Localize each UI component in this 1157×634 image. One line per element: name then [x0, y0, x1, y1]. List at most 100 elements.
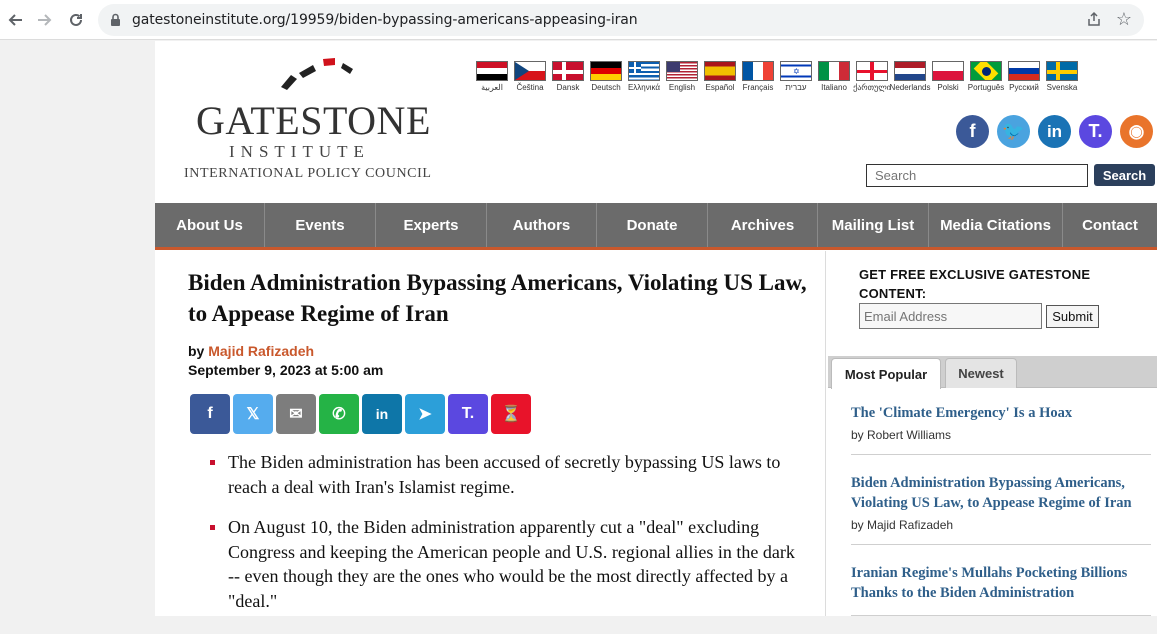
language-link[interactable]: Español	[703, 61, 737, 92]
language-link[interactable]: Nederlands	[890, 61, 930, 92]
netherlands-flag-icon	[894, 61, 926, 81]
italy-flag-icon	[818, 61, 850, 81]
language-label: עברית	[785, 83, 807, 92]
france-flag-icon	[742, 61, 774, 81]
twitter-icon[interactable]: 🐦	[997, 115, 1030, 148]
usa-flag-icon	[666, 61, 698, 81]
truth-social-icon[interactable]: T.	[1079, 115, 1112, 148]
nav-authors[interactable]: Authors	[487, 203, 597, 247]
language-link[interactable]: ✡ עברית	[779, 61, 813, 92]
page-background: GATESTONE INSTITUTE INTERNATIONAL POLICY…	[0, 41, 1157, 616]
list-item: Iranian Regime's Mullahs Pocketing Billi…	[851, 563, 1151, 616]
summary-bullet: The Biden administration has been accuse…	[210, 450, 800, 499]
language-label: Português	[967, 83, 1005, 92]
brazil-flag-icon	[970, 61, 1002, 81]
submit-button[interactable]: Submit	[1046, 305, 1099, 328]
language-label: Ελληνικά	[627, 83, 661, 92]
share-truth-social-button[interactable]: T.	[448, 394, 488, 434]
language-link[interactable]: Français	[741, 61, 775, 92]
tab-most-popular[interactable]: Most Popular	[831, 358, 941, 389]
article-headline: Biden Administration Bypassing Americans…	[188, 270, 807, 326]
list-item: The 'Climate Emergency' Is a Hoax by Robe…	[851, 403, 1151, 455]
nav-events[interactable]: Events	[265, 203, 376, 247]
byline: by Majid Rafizadeh	[188, 343, 808, 359]
nav-archives[interactable]: Archives	[708, 203, 818, 247]
gatestone-logo[interactable]: GATESTONE INSTITUTE INTERNATIONAL POLICY…	[183, 55, 453, 181]
share-icon[interactable]	[1086, 11, 1102, 32]
search-button[interactable]: Search	[1094, 164, 1155, 186]
article-date: September 9, 2023 at 5:00 am	[188, 362, 384, 378]
bookmark-star-icon[interactable]: ☆	[1116, 9, 1132, 30]
logo-tagline: INTERNATIONAL POLICY COUNCIL	[184, 166, 432, 181]
language-link[interactable]: ქართული	[853, 61, 891, 92]
reload-icon[interactable]	[64, 8, 88, 32]
language-link[interactable]: Čeština	[513, 61, 547, 92]
language-label: ქართული	[853, 83, 891, 92]
share-bar: f 𝕏 ✉ ✆ in ➤ T. ⏳	[190, 394, 808, 434]
facebook-icon[interactable]: f	[956, 115, 989, 148]
greece-flag-icon	[628, 61, 660, 81]
rss-icon[interactable]: ◉	[1120, 115, 1153, 148]
back-icon[interactable]	[4, 8, 28, 32]
share-telegram-button[interactable]: ➤	[405, 394, 445, 434]
share-gettr-button[interactable]: ⏳	[491, 394, 531, 434]
language-label: Čeština	[516, 83, 544, 92]
language-link[interactable]: Português	[967, 61, 1005, 92]
linkedin-icon[interactable]: in	[1038, 115, 1071, 148]
language-link[interactable]: العربية	[475, 61, 509, 92]
poland-flag-icon	[932, 61, 964, 81]
language-link[interactable]: English	[665, 61, 699, 92]
language-label: Deutsch	[591, 83, 621, 92]
language-link[interactable]: Italiano	[817, 61, 851, 92]
article: Biden Administration Bypassing Americans…	[188, 267, 808, 629]
nav-donate[interactable]: Donate	[597, 203, 708, 247]
nav-contact[interactable]: Contact	[1063, 203, 1157, 247]
popular-article-link[interactable]: The 'Climate Emergency' Is a Hoax	[851, 403, 1151, 423]
language-link[interactable]: Ελληνικά	[627, 61, 661, 92]
language-link[interactable]: Svenska	[1045, 61, 1079, 92]
popular-article-link[interactable]: Iranian Regime's Mullahs Pocketing Billi…	[851, 563, 1151, 603]
israel-flag-icon: ✡	[780, 61, 812, 81]
popular-list: The 'Climate Emergency' Is a Hoax by Robe…	[851, 403, 1151, 634]
search-input[interactable]	[866, 164, 1088, 187]
share-linkedin-button[interactable]: in	[362, 394, 402, 434]
language-link[interactable]: Deutsch	[589, 61, 623, 92]
language-link[interactable]: Dansk	[551, 61, 585, 92]
forward-icon[interactable]	[32, 8, 56, 32]
language-label: Nederlands	[889, 83, 931, 92]
share-whatsapp-button[interactable]: ✆	[319, 394, 359, 434]
main-nav: About Us Events Experts Authors Donate Archiv…	[155, 203, 1157, 250]
germany-flag-icon	[590, 61, 622, 81]
social-links: f 🐦 in T. ◉	[956, 115, 1153, 148]
popular-article-author: by Majid Rafizadeh	[851, 518, 954, 532]
language-label: Русский	[1009, 83, 1039, 92]
list-item: Biden Administration Bypassing Americans…	[851, 473, 1151, 545]
spain-flag-icon	[704, 61, 736, 81]
russia-flag-icon	[1008, 61, 1040, 81]
language-label: Dansk	[556, 83, 580, 92]
language-link[interactable]: Polski	[931, 61, 965, 92]
popular-article-link[interactable]: Biden Administration Bypassing Americans…	[851, 473, 1151, 513]
nav-mailing-list[interactable]: Mailing List	[818, 203, 929, 247]
share-x-button[interactable]: 𝕏	[233, 394, 273, 434]
address-bar[interactable]: gatestoneinstitute.org/19959/biden-bypas…	[98, 4, 1144, 36]
author-link[interactable]: Majid Rafizadeh	[208, 343, 314, 359]
email-field[interactable]	[859, 303, 1042, 329]
nav-about-us[interactable]: About Us	[155, 203, 265, 247]
byline-prefix: by	[188, 343, 205, 359]
language-link[interactable]: Русский	[1007, 61, 1041, 92]
newsletter-promo: GET FREE EXCLUSIVE GATESTONE CONTENT:	[859, 267, 1091, 301]
tab-newest[interactable]: Newest	[945, 358, 1017, 388]
nav-media-citations[interactable]: Media Citations	[929, 203, 1063, 247]
logo-arc-icon	[281, 58, 353, 90]
egypt-flag-icon	[476, 61, 508, 81]
tab-bar: Most Popular Newest	[828, 356, 1157, 389]
nav-experts[interactable]: Experts	[376, 203, 487, 247]
language-label: Italiano	[821, 83, 847, 92]
sidebar: GET FREE EXCLUSIVE GATESTONE CONTENT: Su…	[825, 251, 1157, 616]
share-email-button[interactable]: ✉	[276, 394, 316, 434]
share-facebook-button[interactable]: f	[190, 394, 230, 434]
lock-icon[interactable]	[110, 13, 121, 32]
url-text[interactable]: gatestoneinstitute.org/19959/biden-bypas…	[132, 12, 638, 28]
georgia-flag-icon	[856, 61, 888, 81]
